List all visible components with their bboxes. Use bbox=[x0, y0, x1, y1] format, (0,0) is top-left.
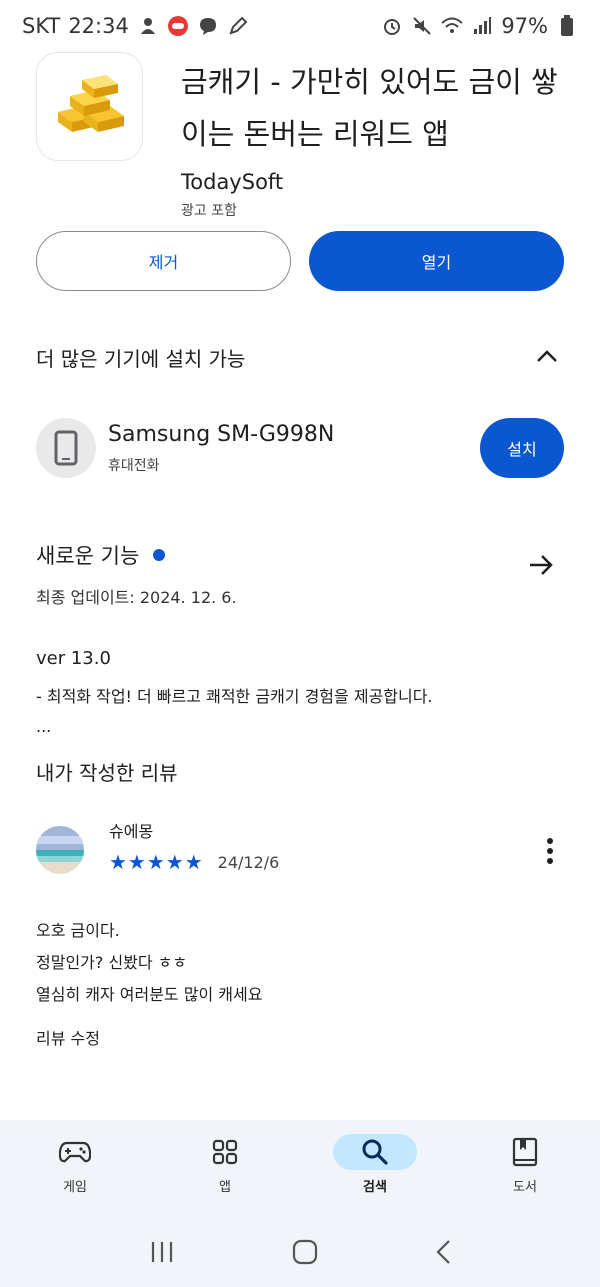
clock: 22:34 bbox=[68, 14, 129, 38]
review-header: 슈에몽 ★★★★★ 24/12/6 bbox=[36, 818, 564, 874]
mute-icon bbox=[411, 15, 433, 37]
developer-link[interactable]: TodaySoft bbox=[181, 170, 567, 194]
status-right: 97% bbox=[381, 14, 578, 38]
system-nav-bar bbox=[0, 1220, 600, 1287]
device-row: Samsung SM-G998N 휴대전화 설치 bbox=[36, 418, 564, 478]
review-date: 24/12/6 bbox=[217, 852, 280, 872]
new-indicator-dot bbox=[153, 549, 166, 561]
install-button[interactable]: 설치 bbox=[480, 418, 564, 478]
whats-new-title: 새로운 기능 bbox=[36, 544, 140, 568]
nav-apps-label: 앱 bbox=[219, 1180, 231, 1195]
app-header: 금캐기 - 가만히 있어도 금이 쌓이는 돈버는 리워드 앱 TodaySoft… bbox=[36, 52, 576, 220]
gamepad-icon bbox=[33, 1134, 117, 1170]
talk-app-icon bbox=[167, 15, 189, 37]
status-left: SKT 22:34 bbox=[22, 14, 249, 38]
back-icon[interactable] bbox=[435, 1239, 451, 1269]
device-type: 휴대전화 bbox=[108, 457, 160, 474]
nav-books-label: 도서 bbox=[513, 1180, 537, 1195]
battery-icon bbox=[556, 15, 578, 37]
nav-search-label: 검색 bbox=[363, 1180, 387, 1195]
my-review-title: 내가 작성한 리뷰 bbox=[36, 761, 178, 785]
rating-row: ★★★★★ 24/12/6 bbox=[109, 850, 279, 874]
star-rating: ★★★★★ bbox=[109, 850, 204, 874]
ads-label: 광고 포함 bbox=[181, 203, 237, 219]
nav-search[interactable]: 검색 bbox=[300, 1120, 450, 1220]
nav-games-label: 게임 bbox=[63, 1180, 87, 1195]
more-options-icon[interactable] bbox=[546, 838, 554, 874]
phone-icon bbox=[36, 418, 96, 478]
uninstall-button[interactable]: 제거 bbox=[36, 231, 291, 291]
arrow-right-icon[interactable] bbox=[528, 554, 554, 580]
release-note-more: ... bbox=[36, 717, 52, 736]
app-icon-gold-bars[interactable] bbox=[36, 52, 143, 161]
search-icon bbox=[333, 1134, 417, 1170]
recent-apps-icon[interactable] bbox=[149, 1240, 175, 1268]
avatar bbox=[36, 826, 84, 874]
more-devices-title: 더 많은 기기에 설치 가능 bbox=[36, 346, 246, 371]
review-line: 정말인가? 신봤다 ㅎㅎ bbox=[36, 953, 188, 972]
version-text: ver 13.0 bbox=[36, 648, 111, 669]
status-bar: SKT 22:34 97% bbox=[0, 0, 600, 52]
notification-person-icon bbox=[137, 15, 159, 37]
wifi-icon bbox=[441, 15, 463, 37]
chevron-up-icon[interactable] bbox=[536, 348, 558, 367]
gold-bars-icon bbox=[57, 74, 124, 132]
battery-percent: 97% bbox=[501, 14, 548, 38]
nav-games[interactable]: 게임 bbox=[0, 1120, 150, 1220]
reviewer-name: 슈에몽 bbox=[109, 822, 154, 841]
edit-review-link[interactable]: 리뷰 수정 bbox=[36, 1025, 100, 1049]
app-title: 금캐기 - 가만히 있어도 금이 쌓이는 돈버는 리워드 앱 bbox=[181, 65, 558, 151]
review-line: 오호 금이다. bbox=[36, 921, 120, 940]
home-icon[interactable] bbox=[292, 1239, 318, 1269]
carrier-label: SKT bbox=[22, 14, 61, 38]
signal-icon bbox=[471, 15, 493, 37]
whats-new-section[interactable]: 새로운 기능 최종 업데이트: 2024. 12. 6. ver 13.0 - … bbox=[36, 540, 564, 736]
device-info: Samsung SM-G998N 휴대전화 bbox=[108, 422, 334, 475]
open-button[interactable]: 열기 bbox=[309, 231, 564, 291]
action-buttons: 제거 열기 bbox=[36, 231, 564, 291]
nav-books[interactable]: 도서 bbox=[450, 1120, 600, 1220]
app-meta: 금캐기 - 가만히 있어도 금이 쌓이는 돈버는 리워드 앱 TodaySoft… bbox=[181, 52, 567, 220]
pencil-icon bbox=[227, 15, 249, 37]
review-body: 오호 금이다. 정말인가? 신봤다 ㅎㅎ 열심히 캐자 여러분도 많이 캐세요 bbox=[36, 915, 564, 1011]
nav-apps[interactable]: 앱 bbox=[150, 1120, 300, 1220]
book-icon bbox=[483, 1134, 567, 1170]
device-name: Samsung SM-G998N bbox=[108, 421, 335, 447]
alarm-icon bbox=[381, 15, 403, 37]
whats-new-title-row: 새로운 기능 bbox=[36, 540, 564, 570]
apps-grid-icon bbox=[183, 1134, 267, 1170]
bottom-nav: 게임 앱 검색 도서 bbox=[0, 1120, 600, 1220]
more-devices-header[interactable]: 더 많은 기기에 설치 가능 bbox=[36, 335, 564, 379]
reviewer-info: 슈에몽 ★★★★★ 24/12/6 bbox=[109, 818, 279, 874]
last-updated: 최종 업데이트: 2024. 12. 6. bbox=[36, 588, 237, 607]
chat-bubble-icon bbox=[197, 15, 219, 37]
release-note: - 최적화 작업! 더 빠르고 쾌적한 금캐기 경험을 제공합니다. bbox=[36, 687, 433, 706]
review-line: 열심히 캐자 여러분도 많이 캐세요 bbox=[36, 985, 263, 1004]
